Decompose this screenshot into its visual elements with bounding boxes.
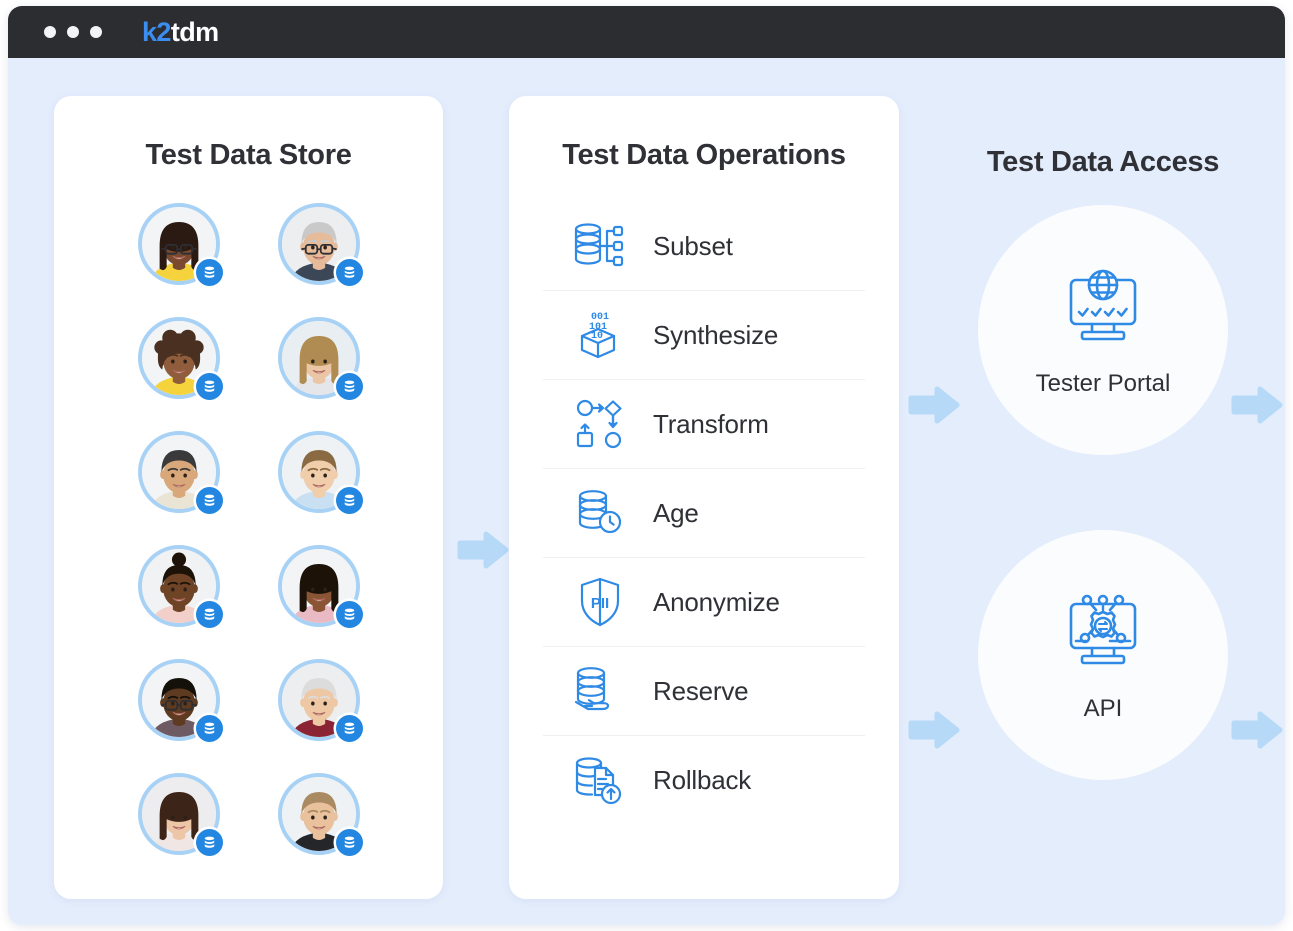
store-title: Test Data Store: [145, 139, 352, 171]
svg-text:PII: PII: [591, 595, 609, 612]
window-titlebar: k2tdm: [8, 6, 1285, 58]
avatar[interactable]: [277, 431, 363, 514]
database-icon: [195, 373, 223, 400]
operations-list: Subset 001 101 10 Synthesize Transform A…: [543, 202, 865, 825]
database-branch-icon: [569, 220, 631, 272]
arrow-api-out: [1230, 703, 1284, 757]
avatar-grid: [124, 203, 374, 856]
operation-label: Anonymize: [653, 586, 780, 617]
database-icon: [195, 829, 223, 856]
database-restore-icon: [569, 755, 631, 807]
operation-row-reserve[interactable]: Reserve: [543, 647, 865, 736]
database-icon: [195, 601, 223, 628]
monitor-globe-check-icon: [1062, 262, 1144, 344]
window-dot-2[interactable]: [67, 26, 79, 38]
operation-row-subset[interactable]: Subset: [543, 202, 865, 291]
avatar[interactable]: [137, 431, 223, 514]
avatar[interactable]: [137, 773, 223, 856]
avatar[interactable]: [277, 203, 363, 286]
operation-label: Reserve: [653, 675, 749, 706]
shield-pii-icon: PII: [569, 576, 631, 628]
brand-logo: k2tdm: [142, 16, 219, 47]
tester-portal-node[interactable]: Tester Portal: [978, 205, 1228, 455]
avatar[interactable]: [137, 203, 223, 286]
operation-row-synthesize[interactable]: 001 101 10 Synthesize: [543, 291, 865, 380]
api-node[interactable]: API: [978, 530, 1228, 780]
operation-label: Age: [653, 497, 699, 528]
operations-title: Test Data Operations: [562, 139, 846, 171]
database-icon: [195, 487, 223, 514]
avatar[interactable]: [277, 317, 363, 400]
tester-portal-label: Tester Portal: [1035, 370, 1171, 397]
monitor-gear-api-icon: [1062, 587, 1144, 669]
database-clock-icon: [569, 487, 631, 539]
window-dot-3[interactable]: [90, 26, 102, 38]
avatar[interactable]: [137, 659, 223, 742]
database-icon: [335, 259, 363, 286]
operation-row-rollback[interactable]: Rollback: [543, 736, 865, 825]
database-icon: [195, 715, 223, 742]
api-label: API: [1083, 695, 1123, 722]
logo-tdm: tdm: [170, 16, 219, 47]
operation-row-transform[interactable]: Transform: [543, 380, 865, 469]
database-icon: [335, 715, 363, 742]
database-icon: [335, 601, 363, 628]
operation-label: Transform: [653, 408, 769, 439]
flow-transform-icon: [569, 398, 631, 450]
diagram-stage: Test Data Store Test Data Operations Sub…: [8, 58, 1285, 925]
window-dot-1[interactable]: [44, 26, 56, 38]
operation-row-age[interactable]: Age: [543, 469, 865, 558]
arrow-store-to-operations: [456, 523, 510, 577]
database-icon: [335, 829, 363, 856]
binary-box-icon: 001 101 10: [569, 309, 631, 361]
access-title: Test Data Access: [986, 146, 1220, 178]
avatar[interactable]: [277, 773, 363, 856]
operation-label: Subset: [653, 230, 733, 261]
avatar[interactable]: [137, 317, 223, 400]
avatar[interactable]: [277, 545, 363, 628]
database-hand-icon: [569, 665, 631, 717]
avatar[interactable]: [137, 545, 223, 628]
operation-label: Rollback: [653, 765, 752, 795]
app-window: k2tdm Test Data Store Test Data Operatio…: [8, 6, 1285, 925]
database-icon: [335, 373, 363, 400]
test-data-access-column: Test Data Access Tester Portal API: [938, 96, 1268, 899]
window-controls[interactable]: [44, 26, 102, 38]
test-data-store-card: Test Data Store: [54, 96, 443, 899]
logo-k2: k2: [142, 16, 171, 47]
operation-label: Synthesize: [653, 319, 779, 350]
arrow-tester-portal-out: [1230, 378, 1284, 432]
database-icon: [335, 487, 363, 514]
database-icon: [195, 259, 223, 286]
operation-row-anonymize[interactable]: PII Anonymize: [543, 558, 865, 647]
test-data-operations-card: Test Data Operations Subset 001 101 10 S…: [509, 96, 899, 899]
avatar[interactable]: [277, 659, 363, 742]
